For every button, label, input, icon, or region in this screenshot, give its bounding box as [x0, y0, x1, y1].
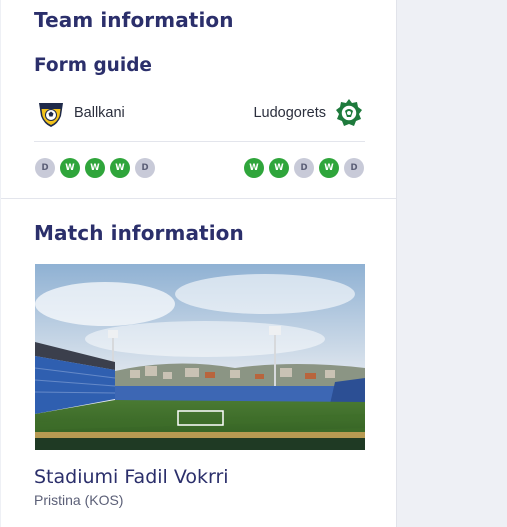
away-team-name: Ludogorets	[253, 105, 326, 121]
stadium-photo[interactable]	[35, 264, 365, 450]
venue-name[interactable]: Stadiumi Fadil Vokrri	[34, 466, 229, 488]
match-information-title: Match information	[34, 221, 244, 245]
home-form-result-1: D	[35, 158, 55, 178]
home-form-result-3: W	[85, 158, 105, 178]
away-form-row: WWDWD	[244, 158, 364, 178]
home-form-result-2: W	[60, 158, 80, 178]
venue-city: Pristina (KOS)	[34, 492, 124, 508]
away-form-result-1: W	[244, 158, 264, 178]
away-form-result-4: W	[319, 158, 339, 178]
home-form-result-5: D	[135, 158, 155, 178]
home-team-name: Ballkani	[74, 105, 125, 121]
away-team[interactable]: Ludogorets	[253, 98, 364, 128]
team-info-panel: Team information Form guide Ballkani Lud…	[1, 0, 397, 527]
section-divider	[1, 198, 396, 199]
team-information-title: Team information	[34, 8, 234, 32]
ludogorets-crest-icon	[336, 99, 362, 126]
away-form-result-5: D	[344, 158, 364, 178]
ballkani-crest-icon	[39, 103, 63, 127]
form-guide-title: Form guide	[34, 55, 152, 76]
away-form-result-3: D	[294, 158, 314, 178]
form-divider	[34, 141, 365, 142]
home-form-row: DWWWD	[35, 158, 155, 178]
away-form-result-2: W	[269, 158, 289, 178]
home-form-result-4: W	[110, 158, 130, 178]
home-team[interactable]: Ballkani	[36, 98, 125, 128]
